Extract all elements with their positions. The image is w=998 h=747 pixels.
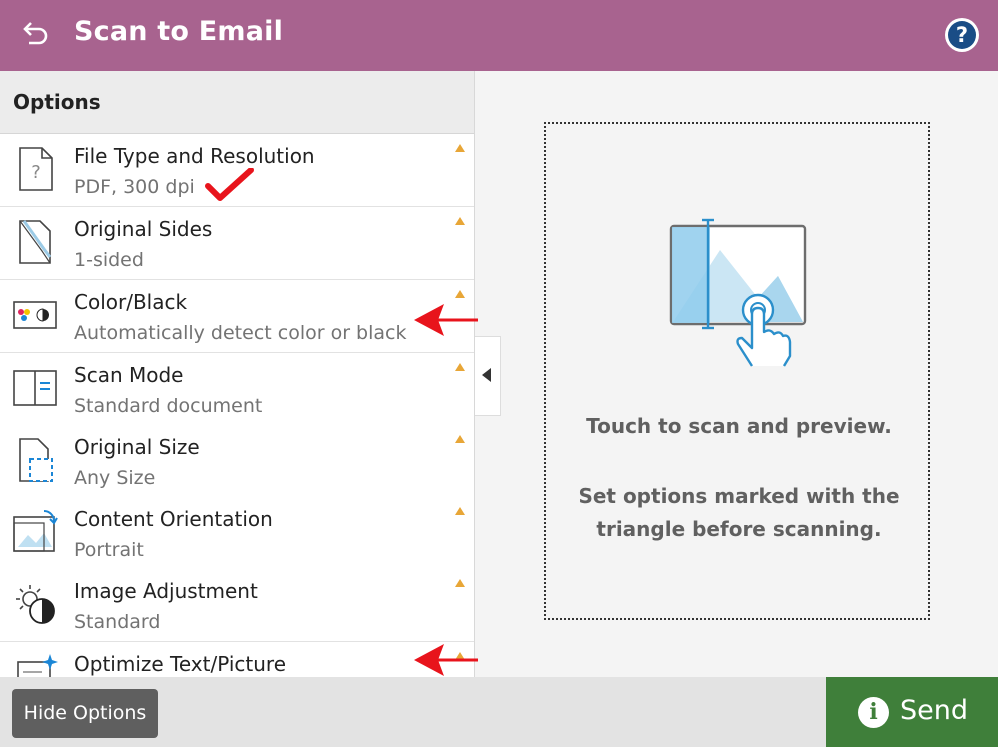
option-name: Content Orientation — [74, 507, 273, 531]
info-icon: i — [858, 697, 889, 728]
page-size-icon — [19, 438, 53, 482]
page-sides-icon — [19, 220, 52, 264]
preview-instruction: Set options marked with the triangle bef… — [578, 484, 900, 541]
option-scan-mode[interactable]: Scan Mode Standard document — [0, 353, 474, 426]
required-triangle-icon — [455, 652, 465, 660]
option-name: Color/Black — [74, 290, 188, 314]
options-header: Options — [0, 71, 474, 134]
option-content-orientation[interactable]: Content Orientation Portrait — [0, 497, 474, 570]
back-arrow-icon[interactable] — [20, 20, 50, 50]
option-value: 1-sided — [74, 249, 144, 271]
option-image-adjustment[interactable]: Image Adjustment Standard — [0, 569, 474, 642]
required-triangle-icon — [455, 144, 465, 152]
help-icon: ? — [948, 21, 976, 49]
file-question-icon: ? — [19, 147, 53, 191]
scan-preview-area[interactable]: Touch to scan and preview. Set options m… — [544, 122, 930, 620]
send-button[interactable]: i Send — [826, 677, 998, 747]
option-original-sides[interactable]: Original Sides 1-sided — [0, 207, 474, 280]
option-name: Scan Mode — [74, 363, 184, 387]
option-color-black[interactable]: Color/Black Automatically detect color o… — [0, 280, 474, 353]
optimize-icon — [17, 654, 58, 677]
option-value: Standard — [74, 611, 161, 633]
scan-preview-illustration-icon — [669, 218, 807, 367]
option-name: Original Sides — [74, 217, 213, 241]
option-value: Any Size — [74, 467, 156, 489]
option-optimize-text-picture[interactable]: Optimize Text/Picture — [0, 642, 474, 677]
required-triangle-icon — [455, 217, 465, 225]
option-value: Standard document — [74, 395, 263, 417]
option-name: Image Adjustment — [74, 579, 258, 603]
orientation-icon — [13, 510, 58, 552]
required-triangle-icon — [455, 363, 465, 371]
bottom-bar: Hide Options i Send — [0, 677, 998, 747]
help-button[interactable]: ? — [945, 18, 979, 52]
option-value: Automatically detect color or black — [74, 322, 407, 344]
brightness-contrast-icon — [16, 585, 55, 624]
chevron-left-icon — [482, 368, 491, 382]
option-original-size[interactable]: Original Size Any Size — [0, 425, 474, 498]
option-value: Portrait — [74, 539, 144, 561]
preview-message: Touch to scan and preview. — [586, 414, 892, 438]
page-title: Scan to Email — [74, 16, 284, 47]
required-triangle-icon — [455, 507, 465, 515]
book-icon — [13, 370, 57, 406]
option-name: File Type and Resolution — [74, 144, 315, 168]
options-panel: Options ? File Type and Resolution PDF, … — [0, 71, 475, 677]
option-name: Original Size — [74, 435, 200, 459]
options-heading: Options — [13, 90, 101, 114]
required-triangle-icon — [455, 435, 465, 443]
option-value: PDF, 300 dpi — [74, 176, 195, 198]
hide-options-button[interactable]: Hide Options — [12, 689, 158, 738]
collapse-panel-handle[interactable] — [475, 336, 501, 416]
option-name: Optimize Text/Picture — [74, 652, 287, 676]
send-label: Send — [900, 695, 969, 726]
required-triangle-icon — [455, 290, 465, 298]
option-file-type[interactable]: ? File Type and Resolution PDF, 300 dpi — [0, 134, 474, 207]
app-header: Scan to Email ? — [0, 0, 998, 71]
required-triangle-icon — [455, 579, 465, 587]
svg-text:?: ? — [31, 162, 41, 183]
color-black-icon — [13, 301, 57, 329]
